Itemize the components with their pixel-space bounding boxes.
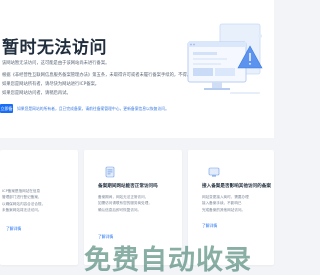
page-title: 暂时无法访问 <box>2 38 107 58</box>
hero-desc-line-1: 该网站暂无法访问，这可能是由于该网站尚未进行备案。 <box>2 61 110 66</box>
card-desc: ICP备案是指网站在信息 管理部门进行登记备案， 以确保网站内容合法合规， 未备… <box>2 189 46 212</box>
card-detail-link[interactable]: 了解详情 <box>202 223 217 229</box>
hero-hint-link[interactable]: 如果您是网站的所有者，且已完成备案，请前往备案管理中心，更新备案信息以恢复访问。 <box>17 106 169 112</box>
register-button[interactable]: 立即备案 <box>0 104 13 113</box>
card-title: 接入备案是否影响其他访问的备案 <box>202 184 271 189</box>
document-icon <box>105 166 115 178</box>
hero-desc-line-3: 如果您是网站所有者，请尽快为网站进行ICP备案。 <box>2 82 100 87</box>
info-card-icp: ICP备案是指网站在信息 管理部门进行登记备案， 以确保网站内容合法合规， 未备… <box>0 150 78 265</box>
monitor-icon <box>208 167 220 177</box>
card-detail-link[interactable]: 了解详情 <box>6 226 21 232</box>
hero-desc-line-4: 如果您是网站访问者，请稍后再试。 <box>2 91 71 96</box>
card-title: 备案期间网站能否正常访问吗 <box>98 184 158 189</box>
card-desc: 备案期间，网站无法正常访问， 如需访问请联系您的服务商处理， 确认信息后即可恢复… <box>98 195 152 212</box>
card-desc: 网站变更接入商时，需要办理 接入备案手续，不影响已 完成备案的其他网站访问。 <box>202 195 249 212</box>
watermark-text: 免费自动收录 <box>84 245 252 275</box>
browser-warning-illustration <box>187 23 263 94</box>
hero-panel: 暂时无法访问 该网站暂无法访问，这可能是由于该网站尚未进行备案。 根据《非经营性… <box>0 0 274 138</box>
